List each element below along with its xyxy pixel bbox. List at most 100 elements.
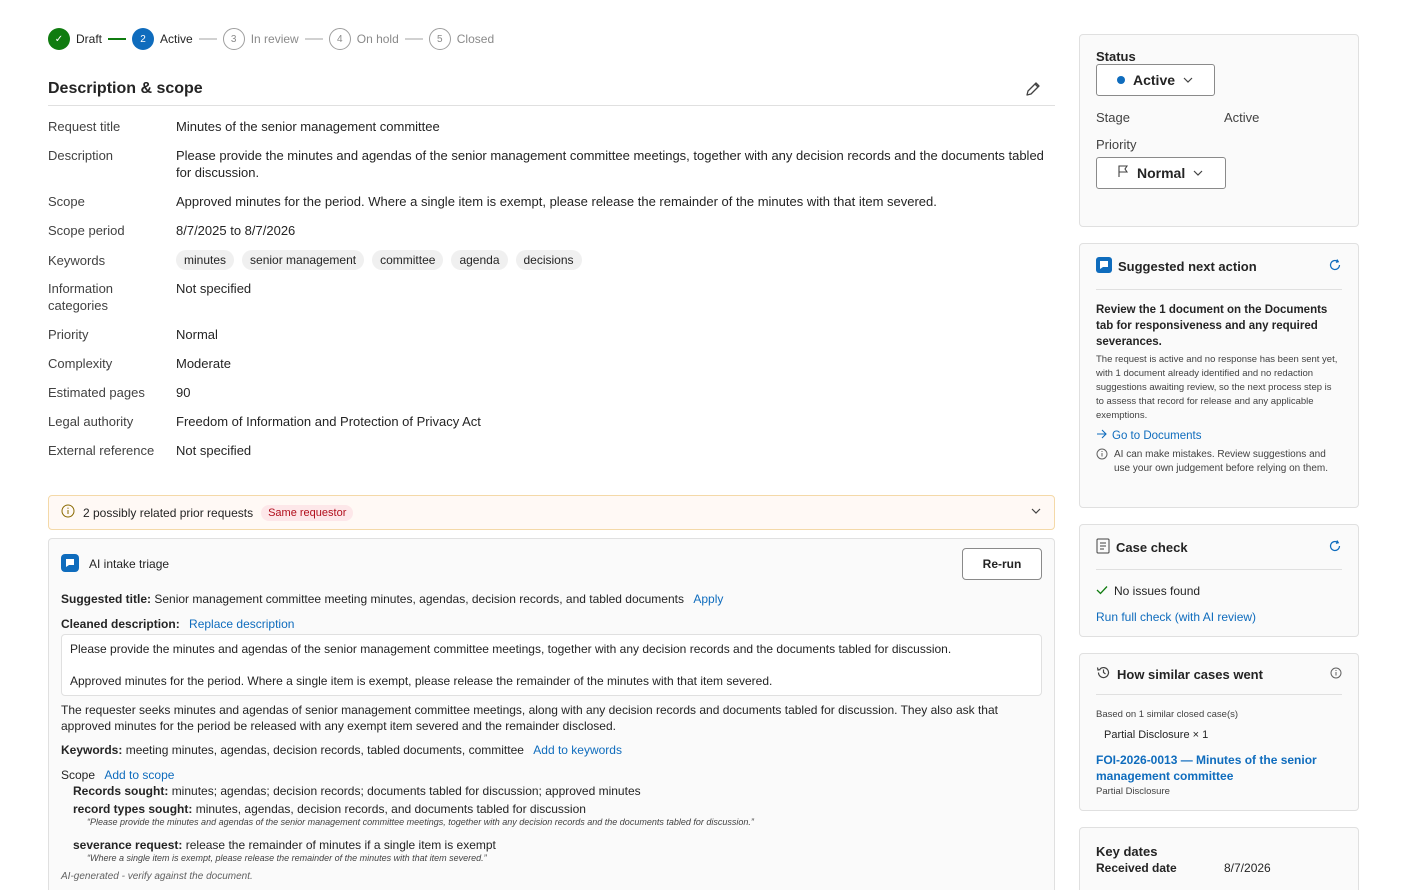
refresh-icon[interactable] (1328, 258, 1342, 275)
chevron-down-icon[interactable] (1030, 505, 1042, 520)
field-request-title: Request title Minutes of the senior mana… (48, 118, 1055, 135)
step-in-review[interactable]: 3 In review (222, 28, 299, 50)
field-value: Moderate (176, 356, 231, 371)
keyword-chip: minutes (176, 250, 235, 270)
field-value: Minutes of the senior management committ… (176, 119, 440, 134)
apply-link[interactable]: Apply (693, 592, 723, 606)
rerun-button[interactable]: Re-run (962, 548, 1042, 580)
status-dropdown[interactable]: Active (1096, 64, 1215, 96)
run-full-check-link[interactable]: Run full check (with AI review) (1096, 610, 1342, 624)
disclaimer-text: AI can make mistakes. Review suggestions… (1114, 449, 1329, 474)
info-icon[interactable] (1330, 667, 1342, 682)
step-closed[interactable]: 5 Closed (428, 28, 494, 50)
keyword-chip: committee (372, 250, 444, 270)
field-scope: Scope Approved minutes for the period. W… (48, 193, 1055, 210)
flag-icon (1117, 165, 1129, 181)
info-icon (1096, 448, 1108, 476)
description-scope-section: Description & scope Request title Minute… (48, 72, 1055, 890)
cleaned-description-para: Please provide the minutes and agendas o… (70, 642, 952, 656)
refresh-icon[interactable] (1328, 539, 1342, 556)
step-active[interactable]: 2 Active (132, 28, 193, 50)
pencil-icon[interactable] (1021, 77, 1045, 101)
outcome-chip: Partial Disclosure × 1 (1104, 729, 1209, 741)
keyword-chips: minutes senior management committee agen… (176, 250, 1055, 270)
suggested-next-action-card: Suggested next action Review the 1 docum… (1079, 243, 1359, 508)
field-value: Normal (176, 327, 218, 342)
step-number: 3 (222, 28, 245, 50)
records-sought-value: minutes; agendas; decision records; docu… (171, 784, 641, 798)
go-to-documents-label: Go to Documents (1112, 429, 1202, 442)
go-to-documents-link[interactable]: Go to Documents (1096, 429, 1342, 442)
stage-value: Active (1224, 110, 1260, 125)
severance-value: release the remainder of minutes if a si… (185, 838, 496, 852)
field-value: Freedom of Information and Protection of… (176, 414, 481, 429)
step-number: 5 (428, 28, 451, 50)
add-to-keywords-link[interactable]: Add to keywords (533, 743, 622, 757)
records-sought-label: Records sought: (73, 784, 169, 798)
next-action-headline: Review the 1 document on the Documents t… (1096, 304, 1328, 348)
checkmark-icon (1096, 584, 1108, 598)
cleaned-description-para: Approved minutes for the period. Where a… (70, 674, 773, 688)
info-icon (61, 504, 75, 521)
suggested-title-row: Suggested title: Senior management commi… (61, 591, 1042, 607)
triage-keywords-row: Keywords: meeting minutes, agendas, deci… (61, 742, 1042, 758)
record-types-value: minutes, agendas, decision records, and … (195, 802, 586, 816)
progress-stepper: ✓ Draft 2 Active 3 In review 4 On hold 5… (48, 28, 494, 50)
chevron-down-icon (1193, 165, 1203, 181)
scope-label: Scope (61, 768, 96, 782)
cleaned-description-label: Cleaned description: (61, 617, 180, 631)
copilot-icon (1096, 257, 1112, 276)
field-label: Description (48, 148, 114, 163)
keyword-chip: decisions (515, 250, 582, 270)
replace-description-link[interactable]: Replace description (189, 617, 294, 631)
severance-row: severance request: release the remainder… (73, 837, 1042, 853)
chevron-down-icon (1183, 72, 1193, 88)
field-keywords: Keywords minutes senior management commi… (48, 250, 1055, 270)
field-priority: Priority Normal (48, 326, 1055, 343)
field-estimated-pages: Estimated pages 90 (48, 384, 1055, 401)
similar-cases-card: How similar cases went Based on 1 simila… (1079, 653, 1359, 811)
keyword-chip: agenda (451, 250, 508, 270)
field-value: Approved minutes for the period. Where a… (176, 194, 937, 209)
priority-value: Normal (1137, 165, 1186, 181)
key-dates-card: Key dates Received date 8/7/2026 (1079, 827, 1359, 890)
case-check-card: Case check No issues found Run full chec… (1079, 524, 1359, 637)
step-connector (304, 38, 323, 40)
records-sought-row: Records sought: minutes; agendas; decisi… (73, 783, 1042, 799)
step-draft[interactable]: ✓ Draft (48, 28, 102, 50)
similar-case-outcome: Partial Disclosure (1096, 786, 1170, 797)
status-value: Active (1133, 72, 1176, 88)
case-check-header: Case check (1096, 525, 1342, 570)
triage-title: AI intake triage (89, 557, 170, 571)
ai-intake-triage-panel: AI intake triage Re-run Suggested title:… (48, 538, 1055, 890)
stage-row: Stage Active (1096, 110, 1342, 125)
step-label: Draft (76, 32, 103, 46)
severance-label: severance request: (73, 838, 183, 852)
section-header: Description & scope (48, 72, 1055, 106)
stage-label: Stage (1096, 110, 1130, 125)
related-requests-text: 2 possibly related prior requests (83, 505, 254, 520)
record-types-row: record types sought: minutes, agendas, d… (73, 801, 1042, 817)
step-number: 2 (132, 28, 155, 50)
status-label: Status (1096, 49, 1136, 64)
received-date-row: Received date 8/7/2026 (1096, 861, 1342, 875)
ai-disclaimer: AI can make mistakes. Review suggestions… (1096, 448, 1342, 476)
ai-generated-note: AI-generated - verify against the docume… (61, 871, 253, 882)
field-description: Description Please provide the minutes a… (48, 147, 1055, 181)
priority-dropdown[interactable]: Normal (1096, 157, 1226, 189)
step-on-hold[interactable]: 4 On hold (328, 28, 399, 50)
severance-quote: “Where a single item is exempt, please r… (87, 853, 487, 863)
similar-case-link[interactable]: FOI-2026-0013 — Minutes of the senior ma… (1096, 752, 1342, 784)
related-requests-banner[interactable]: 2 possibly related prior requests Same r… (48, 495, 1055, 530)
keywords-label: Keywords: (61, 743, 123, 757)
arrow-right-icon (1096, 429, 1108, 442)
section-title: Description & scope (48, 79, 203, 97)
step-connector (404, 38, 423, 40)
add-to-scope-link[interactable]: Add to scope (104, 768, 174, 782)
next-action-body: The request is active and no response ha… (1096, 354, 1338, 421)
field-label: Scope period (48, 223, 125, 238)
cleaned-description-box: Please provide the minutes and agendas o… (61, 634, 1042, 696)
field-value: Please provide the minutes and agendas o… (176, 148, 1044, 180)
field-label: Estimated pages (48, 385, 145, 400)
field-label: Request title (48, 119, 121, 134)
